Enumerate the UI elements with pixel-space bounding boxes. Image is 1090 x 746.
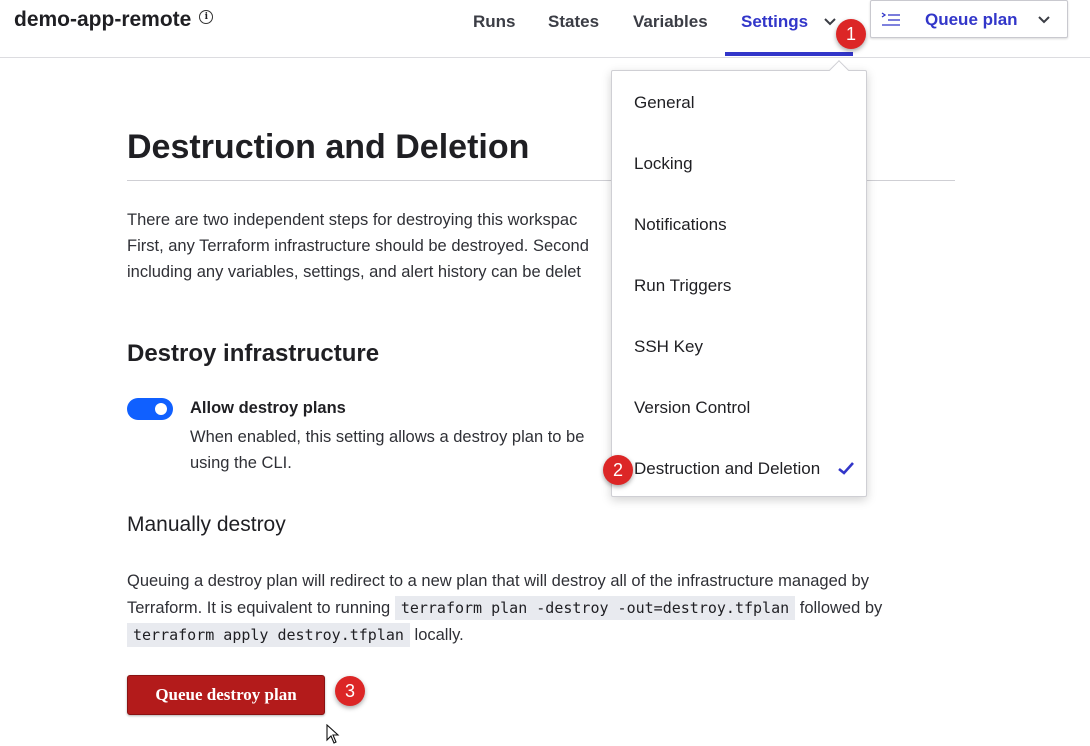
paragraph-line: terraform apply destroy.tfplan locally. xyxy=(127,622,957,649)
manually-destroy-heading: Manually destroy xyxy=(127,513,286,536)
queue-plan-label: Queue plan xyxy=(925,10,1018,29)
toggle-knob xyxy=(155,403,167,415)
menu-item-version-control[interactable]: Version Control xyxy=(612,377,866,438)
menu-item-label: Destruction and Deletion xyxy=(634,458,821,478)
allow-destroy-label: Allow destroy plans xyxy=(190,399,346,417)
menu-item-general[interactable]: General xyxy=(612,72,866,133)
paragraph-text: locally. xyxy=(414,626,464,644)
paragraph-text: Terraform. It is equivalent to running xyxy=(127,599,391,617)
intro-line: including any variables, settings, and a… xyxy=(127,263,582,281)
paragraph-line: Queuing a destroy plan will redirect to … xyxy=(127,572,869,590)
nav-states[interactable]: States xyxy=(548,12,599,57)
allow-destroy-description: When enabled, this setting allows a dest… xyxy=(190,424,610,476)
description-line: When enabled, this setting allows a dest… xyxy=(190,428,585,446)
paragraph-line: Terraform. It is equivalent to running t… xyxy=(127,595,957,622)
annotation-badge-3: 3 xyxy=(335,676,365,706)
nav-runs[interactable]: Runs xyxy=(473,12,516,57)
menu-item-notifications[interactable]: Notifications xyxy=(612,194,866,255)
manual-destroy-description: Queuing a destroy plan will redirect to … xyxy=(127,568,957,649)
annotation-badge-1: 1 xyxy=(836,19,866,49)
active-tab-indicator xyxy=(725,52,853,56)
top-bar: demo-app-remote i Runs States Variables … xyxy=(0,0,1090,58)
chevron-down-icon[interactable] xyxy=(823,15,837,29)
destroy-infrastructure-heading: Destroy infrastructure xyxy=(127,340,380,367)
chevron-down-icon[interactable] xyxy=(1037,14,1051,26)
settings-dropdown-menu: General Locking Notifications Run Trigge… xyxy=(611,60,867,499)
queue-destroy-plan-button[interactable]: Queue destroy plan xyxy=(127,675,325,715)
nav-settings[interactable]: Settings xyxy=(741,12,808,57)
workspace-name: demo-app-remote xyxy=(14,8,192,31)
description-line: using the CLI. xyxy=(190,454,292,472)
menu-item-ssh-key[interactable]: SSH Key xyxy=(612,316,866,377)
mouse-cursor-icon xyxy=(326,724,340,744)
queue-plan-button[interactable]: Queue plan xyxy=(870,0,1068,38)
apply-command-code: terraform apply destroy.tfplan xyxy=(127,623,410,647)
info-icon[interactable]: i xyxy=(199,10,214,24)
checkmark-icon xyxy=(838,462,854,475)
intro-line: First, any Terraform infrastructure shou… xyxy=(127,237,589,255)
menu-item-locking[interactable]: Locking xyxy=(612,133,866,194)
plan-command-code: terraform plan -destroy -out=destroy.tfp… xyxy=(394,596,796,620)
annotation-badge-2: 2 xyxy=(603,455,633,485)
intro-line: There are two independent steps for dest… xyxy=(127,211,578,229)
nav-variables[interactable]: Variables xyxy=(633,12,708,57)
paragraph-text: followed by xyxy=(799,599,883,617)
menu-item-destruction-and-deletion[interactable]: Destruction and Deletion xyxy=(612,438,866,499)
allow-destroy-toggle[interactable] xyxy=(127,398,173,420)
intro-text: There are two independent steps for dest… xyxy=(127,207,605,285)
list-icon xyxy=(881,12,900,26)
page-title: Destruction and Deletion xyxy=(127,128,530,166)
menu-item-run-triggers[interactable]: Run Triggers xyxy=(612,255,866,316)
workspace-title: demo-app-remote i xyxy=(14,8,214,32)
